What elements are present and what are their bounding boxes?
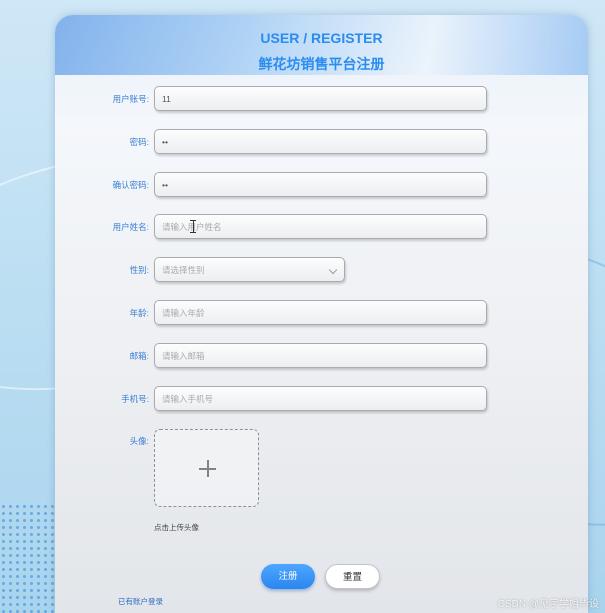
form-row-age: 年龄: 请输入年龄 xyxy=(55,300,588,327)
password-input[interactable]: •• xyxy=(154,129,487,154)
title-english: USER / REGISTER xyxy=(260,30,383,46)
reset-button[interactable]: 重置 xyxy=(325,564,380,589)
phone-label: 手机号: xyxy=(121,394,149,404)
plus-icon xyxy=(207,460,209,477)
form-row-email: 邮箱: 请输入邮箱 xyxy=(55,343,588,370)
title-chinese: 鲜花坊销售平台注册 xyxy=(258,56,385,72)
name-input[interactable]: 请输入用户姓名 xyxy=(154,214,487,239)
account-input[interactable]: 11 xyxy=(154,86,487,111)
gender-select[interactable]: 请选择性别 xyxy=(154,257,345,282)
gender-placeholder: 请选择性别 xyxy=(162,265,205,275)
avatar-upload[interactable] xyxy=(154,429,259,507)
age-label: 年龄: xyxy=(129,308,149,318)
avatar-hint: 点击上传头像 xyxy=(154,523,199,532)
email-label: 邮箱: xyxy=(129,351,149,361)
form-row-confirm-password: 确认密码: •• xyxy=(55,172,588,199)
account-label: 用户账号: xyxy=(112,94,149,104)
form-row-password: 密码: •• xyxy=(55,129,588,156)
watermark: CSDN @见字学姐毕设 xyxy=(497,599,599,610)
phone-input[interactable]: 请输入手机号 xyxy=(154,386,487,411)
password-label: 密码: xyxy=(129,137,149,147)
form-row-gender: 性别: 请选择性别 xyxy=(55,257,588,284)
gender-label: 性别: xyxy=(129,265,149,275)
chevron-down-icon xyxy=(328,265,338,275)
form-row-name: 用户姓名: 请输入用户姓名 xyxy=(55,214,588,241)
login-link[interactable]: 已有账户登录 xyxy=(118,596,163,607)
confirm-password-label: 确认密码: xyxy=(112,180,149,190)
form-row-account: 用户账号: 11 xyxy=(55,86,588,113)
email-input[interactable]: 请输入邮箱 xyxy=(154,343,487,368)
name-label: 用户姓名: xyxy=(112,222,149,232)
confirm-password-input[interactable]: •• xyxy=(154,172,487,197)
register-button[interactable]: 注册 xyxy=(261,564,315,589)
age-input[interactable]: 请输入年龄 xyxy=(154,300,487,325)
avatar-label: 头像: xyxy=(129,436,149,446)
text-cursor-icon xyxy=(190,220,196,233)
form-row-avatar: 头像: xyxy=(55,429,588,456)
register-panel: USER / REGISTER 鲜花坊销售平台注册 用户账号: 11 密码: •… xyxy=(55,15,588,613)
form-row-phone: 手机号: 请输入手机号 xyxy=(55,386,588,413)
